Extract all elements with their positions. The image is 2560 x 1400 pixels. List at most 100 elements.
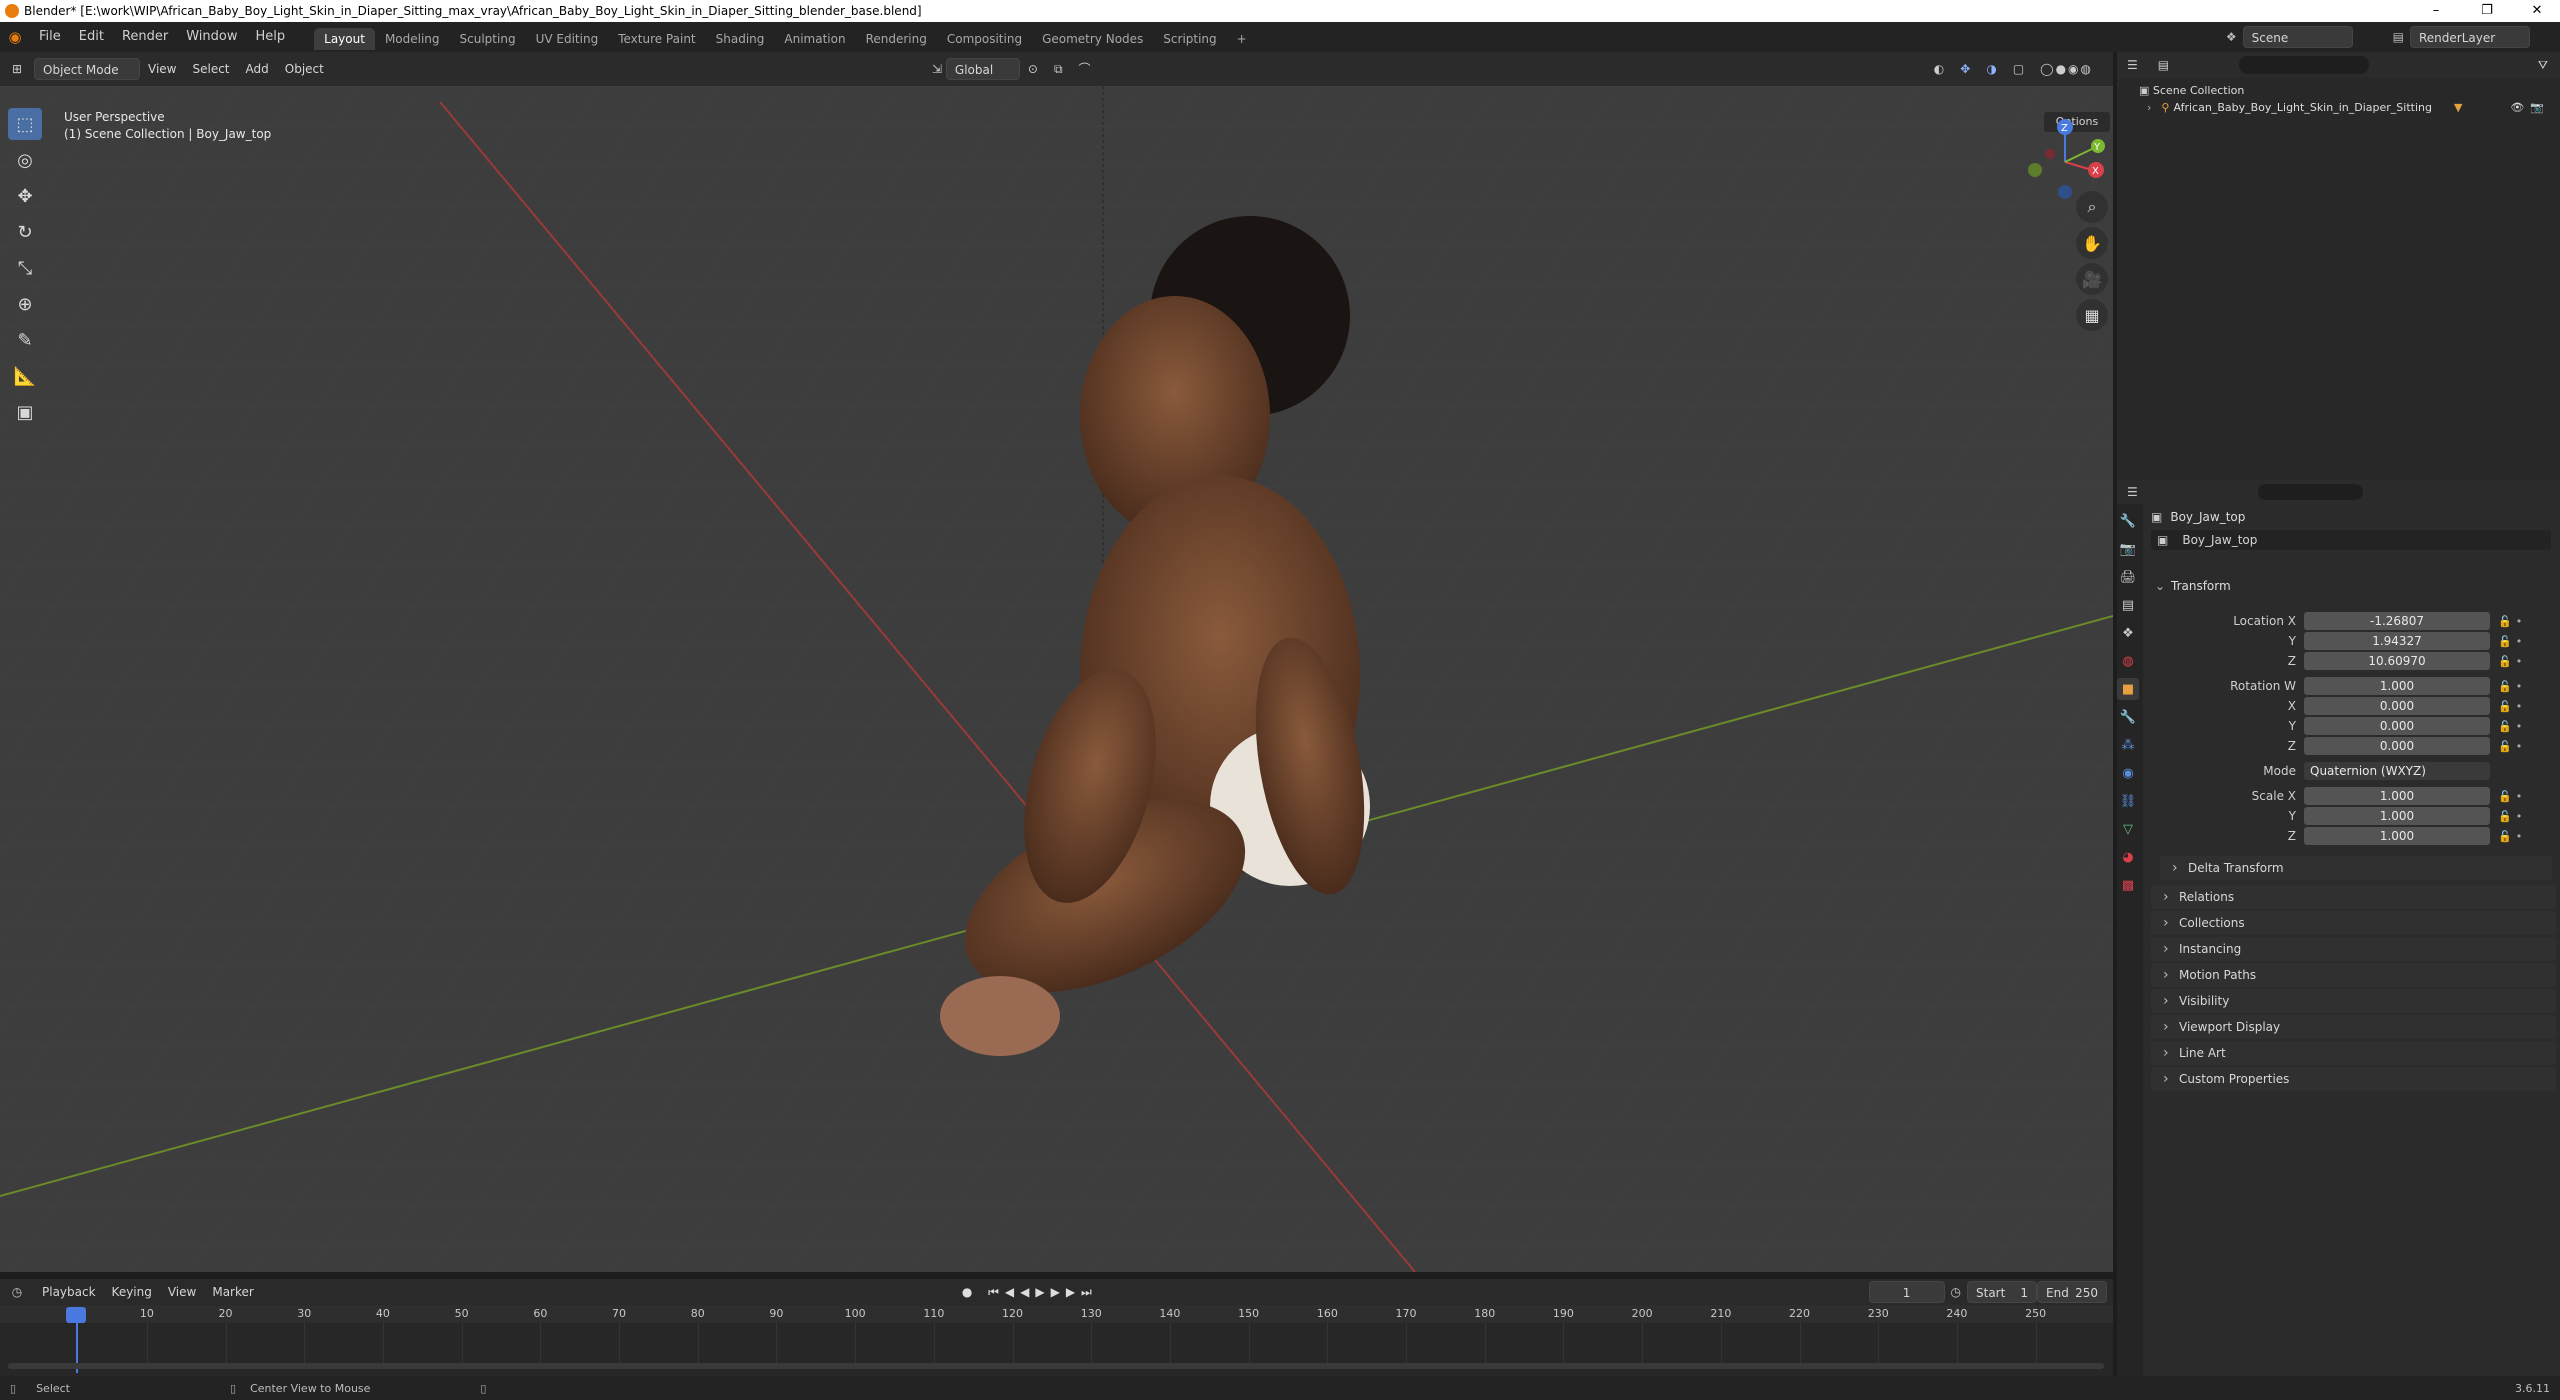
editor-type-icon[interactable]: ⊞ bbox=[0, 62, 34, 76]
rotation-mode-select[interactable]: Quaternion (WXYZ) bbox=[2304, 762, 2490, 780]
restore-button[interactable]: ❐ bbox=[2464, 0, 2510, 22]
snap-icon[interactable]: ⧉ bbox=[1046, 58, 1071, 80]
rotation-y-field[interactable]: 0.000 bbox=[2304, 717, 2490, 735]
tool-tab-icon[interactable]: 🔧 bbox=[2117, 510, 2139, 532]
scale-icon[interactable]: ⤡ bbox=[8, 252, 42, 284]
rotation-x-field[interactable]: 0.000 bbox=[2304, 697, 2490, 715]
outliner-item[interactable]: › ⚲ African_Baby_Boy_Light_Skin_in_Diape… bbox=[2117, 97, 2560, 114]
viewport-menu-object[interactable]: Object bbox=[277, 58, 332, 80]
menu-render[interactable]: Render bbox=[113, 22, 177, 52]
tab-shading[interactable]: Shading bbox=[706, 28, 775, 50]
panel-instancing[interactable]: Instancing bbox=[2151, 937, 2556, 961]
properties-editor-icon[interactable]: ☰ bbox=[2127, 485, 2138, 499]
render-tab-icon[interactable]: 📷 bbox=[2117, 538, 2139, 560]
lock-icon[interactable]: 🔓• bbox=[2498, 810, 2526, 823]
world-tab-icon[interactable]: ◍ bbox=[2117, 650, 2139, 672]
navigation-gizmo[interactable]: Z X Y bbox=[2020, 112, 2110, 202]
output-tab-icon[interactable]: 🖨 bbox=[2117, 566, 2139, 588]
scale-z-field[interactable]: 1.000 bbox=[2304, 827, 2490, 845]
camera-icon[interactable]: 🎥 bbox=[2076, 263, 2108, 295]
transform-panel-header[interactable]: ⌄ Transform bbox=[2151, 576, 2556, 596]
tab-geometry-nodes[interactable]: Geometry Nodes bbox=[1032, 28, 1153, 50]
visibility-icon[interactable]: ◐ bbox=[1926, 58, 1952, 80]
display-mode-icon[interactable]: ▤ bbox=[2158, 58, 2169, 72]
view-layer-tab-icon[interactable]: ▤ bbox=[2117, 594, 2139, 616]
lock-icon[interactable]: 🔓• bbox=[2498, 655, 2526, 668]
overlay-icon[interactable]: ◑ bbox=[1978, 58, 2004, 80]
panel-line-art[interactable]: Line Art bbox=[2151, 1041, 2556, 1065]
rotate-icon[interactable]: ↻ bbox=[8, 216, 42, 248]
scene-tab-icon[interactable]: ❖ bbox=[2117, 622, 2139, 644]
menu-window[interactable]: Window bbox=[177, 22, 246, 52]
scale-x-field[interactable]: 1.000 bbox=[2304, 787, 2490, 805]
panel-custom-properties[interactable]: Custom Properties bbox=[2151, 1067, 2556, 1091]
add-workspace-button[interactable]: + bbox=[1227, 28, 1257, 50]
shading-modes-icon[interactable]: ◯●◉◍ bbox=[2032, 58, 2101, 80]
scene-selector[interactable]: Scene bbox=[2242, 26, 2353, 48]
outliner-search-input[interactable] bbox=[2239, 56, 2370, 74]
lock-icon[interactable]: 🔓• bbox=[2498, 635, 2526, 648]
menu-help[interactable]: Help bbox=[247, 22, 295, 52]
menu-file[interactable]: File bbox=[30, 22, 70, 52]
location-y-field[interactable]: 1.94327 bbox=[2304, 632, 2490, 650]
constraints-tab-icon[interactable]: ⛓ bbox=[2117, 790, 2139, 812]
tab-rendering[interactable]: Rendering bbox=[856, 28, 937, 50]
panel-collections[interactable]: Collections bbox=[2151, 911, 2556, 935]
lock-icon[interactable]: 🔓• bbox=[2498, 790, 2526, 803]
pan-hand-icon[interactable]: ✋ bbox=[2076, 227, 2108, 259]
tab-compositing[interactable]: Compositing bbox=[937, 28, 1032, 50]
physics-tab-icon[interactable]: ◉ bbox=[2117, 762, 2139, 784]
rotation-z-field[interactable]: 0.000 bbox=[2304, 737, 2490, 755]
select-box-icon[interactable]: ⬚ bbox=[8, 108, 42, 140]
tab-animation[interactable]: Animation bbox=[774, 28, 855, 50]
location-x-field[interactable]: -1.26807 bbox=[2304, 612, 2490, 630]
timeline-menu-view[interactable]: View bbox=[160, 1281, 204, 1303]
expand-arrow-icon[interactable]: › bbox=[2147, 101, 2151, 114]
gizmo-icon[interactable]: ✥ bbox=[1952, 58, 1978, 80]
lock-icon[interactable]: 🔓• bbox=[2498, 700, 2526, 713]
properties-search-input[interactable] bbox=[2257, 484, 2363, 500]
timeline-menu-marker[interactable]: Marker bbox=[204, 1281, 261, 1303]
mode-selector[interactable]: Object Mode bbox=[34, 58, 140, 80]
tab-modeling[interactable]: Modeling bbox=[375, 28, 450, 50]
xray-icon[interactable]: ▢ bbox=[2005, 58, 2032, 80]
measure-icon[interactable]: 📐 bbox=[8, 360, 42, 392]
zoom-icon[interactable]: ⌕ bbox=[2076, 191, 2108, 223]
timeline-editor-icon[interactable]: ◷ bbox=[0, 1285, 34, 1299]
minimize-button[interactable]: – bbox=[2413, 0, 2459, 22]
viewport-menu-view[interactable]: View bbox=[140, 58, 184, 80]
annotate-icon[interactable]: ✎ bbox=[8, 324, 42, 356]
data-name-field[interactable]: ▣ Boy_Jaw_top bbox=[2151, 530, 2551, 550]
scene-collection-row[interactable]: ▣ Scene Collection bbox=[2117, 78, 2560, 97]
lock-icon[interactable]: 🔓• bbox=[2498, 830, 2526, 843]
playhead[interactable] bbox=[66, 1307, 86, 1323]
material-tab-icon[interactable]: ◕ bbox=[2117, 846, 2139, 868]
end-frame-field[interactable]: End 250 bbox=[2037, 1281, 2107, 1303]
tab-sculpting[interactable]: Sculpting bbox=[450, 28, 526, 50]
lock-icon[interactable]: 🔓• bbox=[2498, 615, 2526, 628]
timeline-menu-playback[interactable]: Playback bbox=[34, 1281, 104, 1303]
pivot-icon[interactable]: ⊙ bbox=[1020, 58, 1046, 80]
rotation-w-field[interactable]: 1.000 bbox=[2304, 677, 2490, 695]
add-cube-icon[interactable]: ▣ bbox=[8, 396, 42, 428]
tab-scripting[interactable]: Scripting bbox=[1153, 28, 1226, 50]
panel-relations[interactable]: Relations bbox=[2151, 885, 2556, 909]
close-button[interactable]: ✕ bbox=[2514, 0, 2560, 22]
lock-icon[interactable]: 🔓• bbox=[2498, 740, 2526, 753]
scale-y-field[interactable]: 1.000 bbox=[2304, 807, 2490, 825]
filter-icon[interactable]: ⛛ bbox=[2538, 58, 2548, 73]
perspective-grid-icon[interactable]: ▦ bbox=[2076, 299, 2108, 331]
current-frame-field[interactable]: 1 bbox=[1868, 1281, 1945, 1303]
delta-transform-panel[interactable]: Delta Transform bbox=[2160, 856, 2552, 880]
viewport-menu-select[interactable]: Select bbox=[184, 58, 237, 80]
particles-tab-icon[interactable]: ⁂ bbox=[2117, 734, 2139, 756]
transform-icon[interactable]: ⊕ bbox=[8, 288, 42, 320]
playback-controls[interactable]: ● ⏮◀◀▶▶▶⏭ bbox=[962, 1285, 1098, 1300]
data-tab-icon[interactable]: ▽ bbox=[2117, 818, 2139, 840]
cursor-icon[interactable]: ◎ bbox=[8, 144, 42, 176]
tab-texture-paint[interactable]: Texture Paint bbox=[608, 28, 705, 50]
panel-motion-paths[interactable]: Motion Paths bbox=[2151, 963, 2556, 987]
blender-menu-icon[interactable]: ◉ bbox=[0, 28, 30, 46]
timeline-scrollbar[interactable] bbox=[8, 1363, 2104, 1369]
lock-icon[interactable]: 🔓• bbox=[2498, 720, 2526, 733]
